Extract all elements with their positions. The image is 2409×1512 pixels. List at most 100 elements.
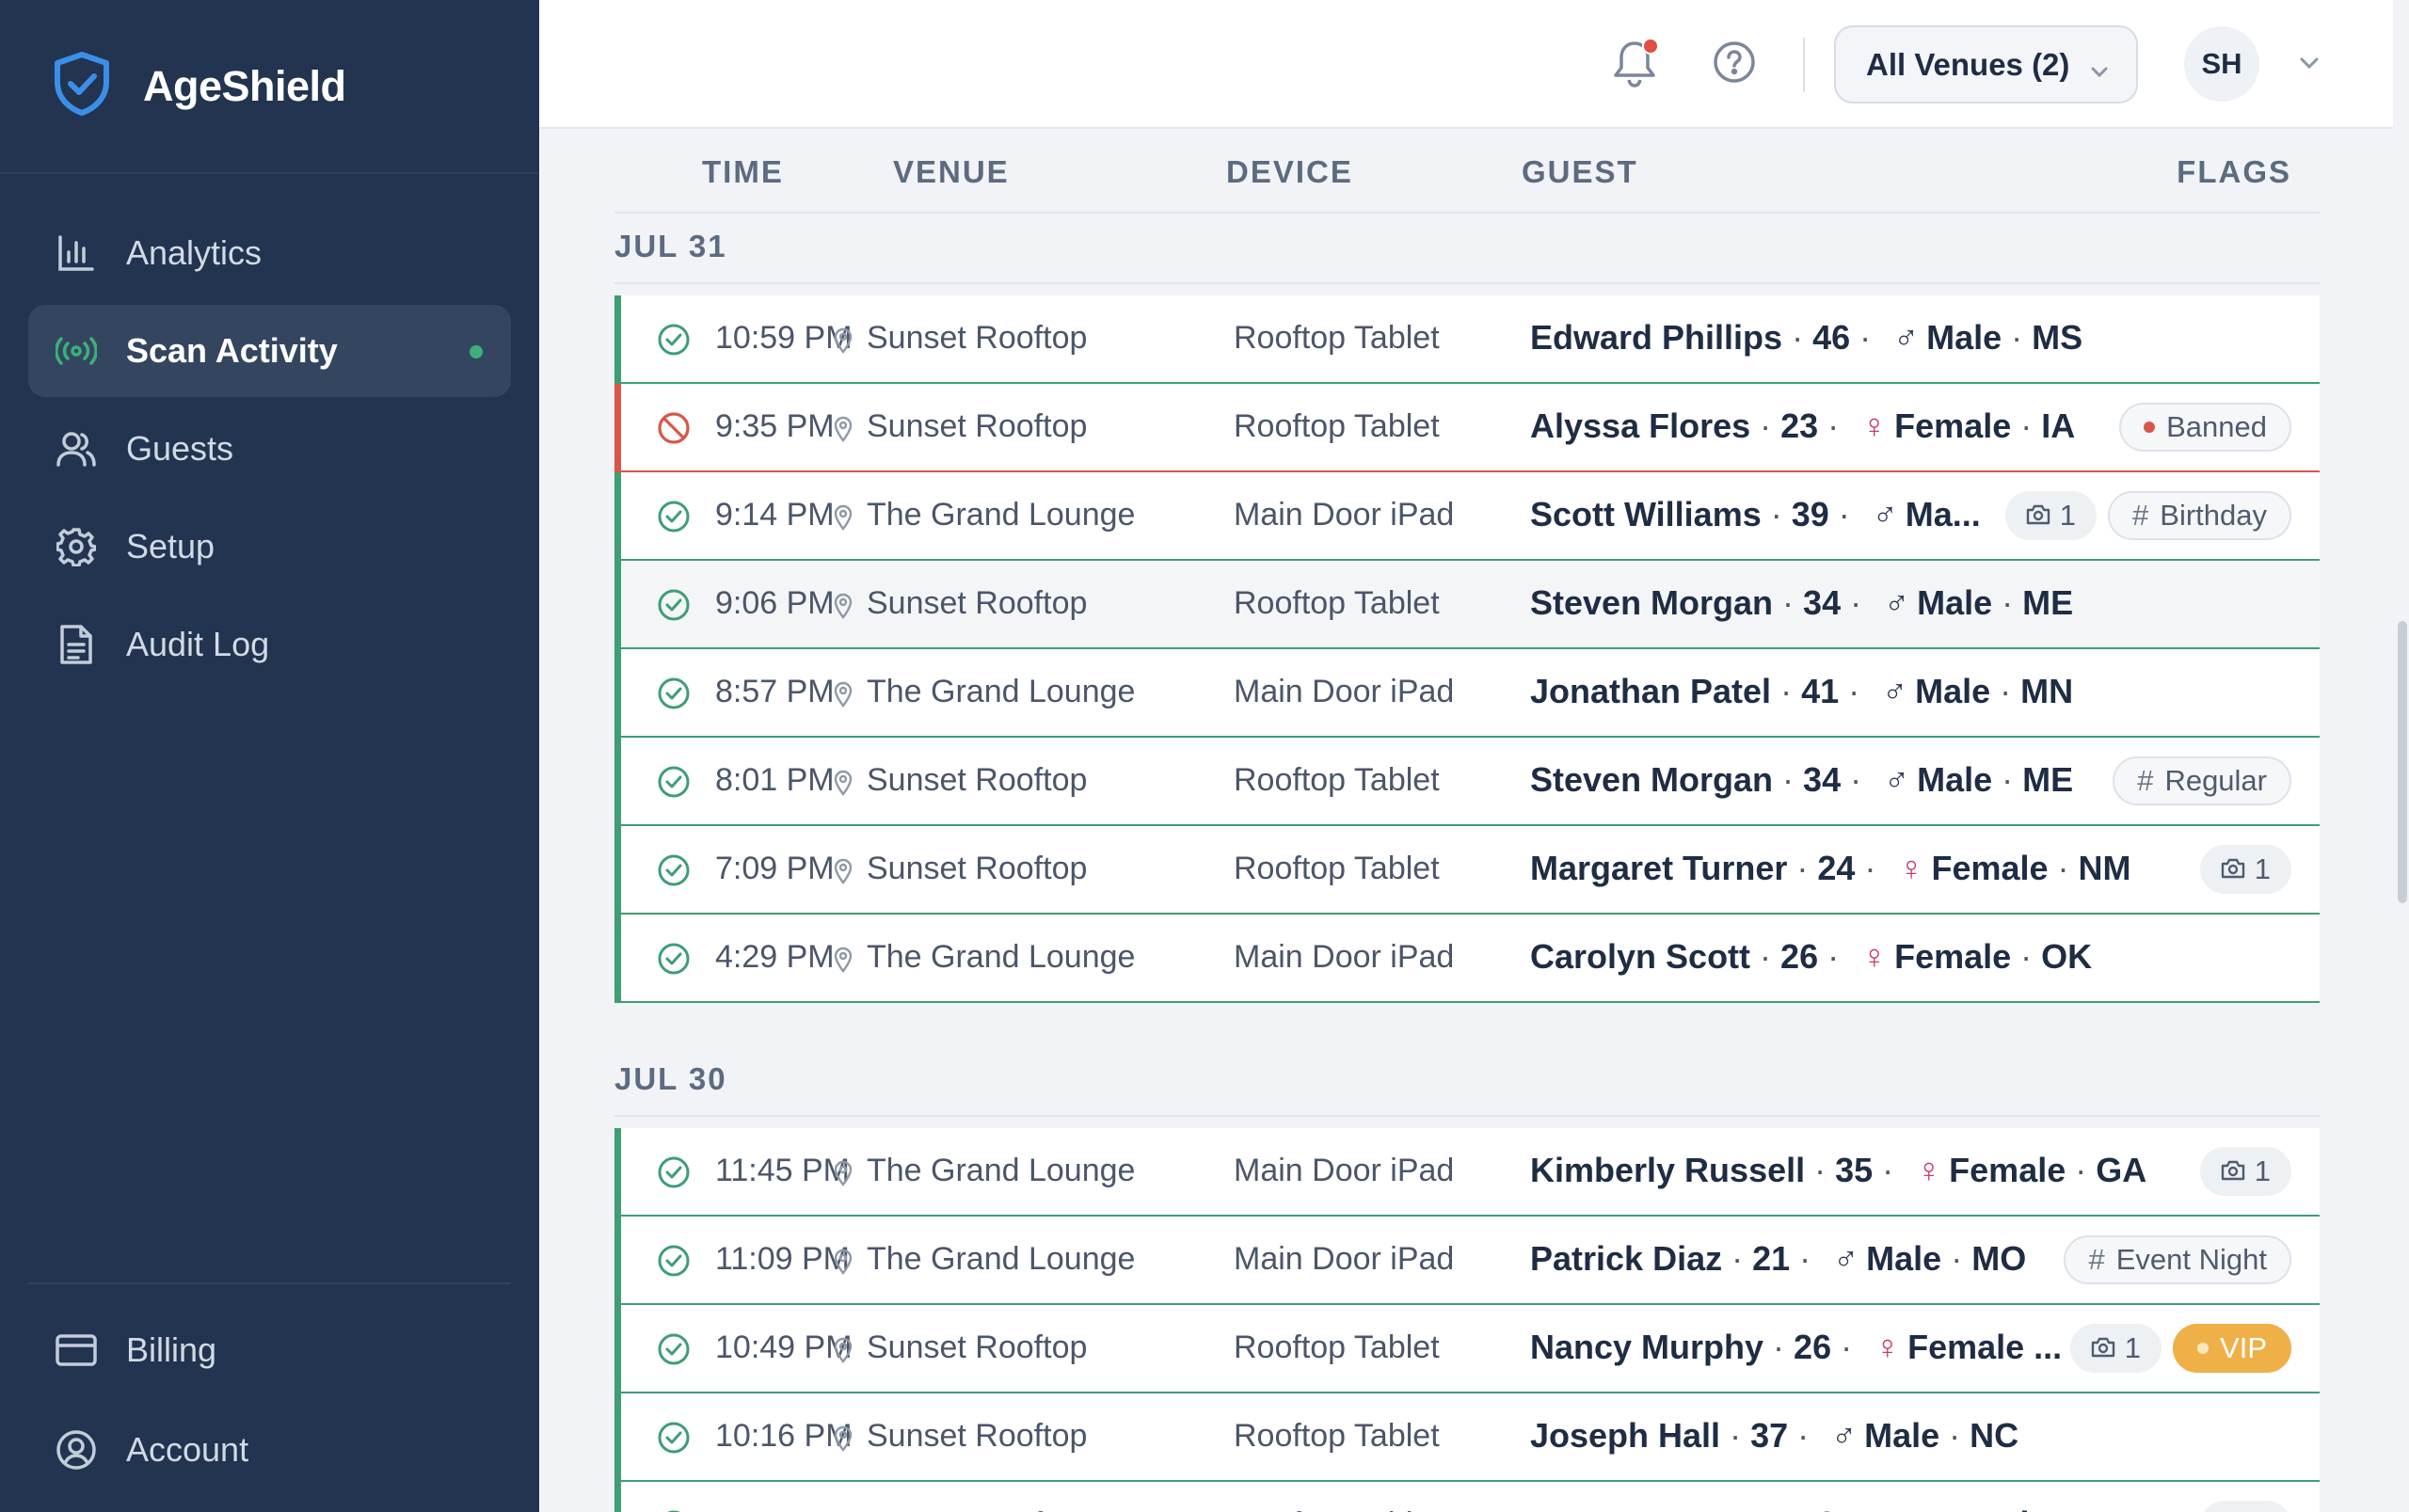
vip-dot	[2197, 1343, 2210, 1354]
photo-count: 1	[2254, 1154, 2271, 1187]
date-group-label: JUL 30	[614, 1046, 2320, 1117]
photo-count-chip[interactable]: 1	[2004, 491, 2098, 540]
flag-label: Regular	[2164, 764, 2267, 797]
photo-count: 1	[2255, 1508, 2271, 1512]
help-button[interactable]	[1712, 40, 1761, 88]
banned-flag-chip[interactable]: Banned	[2119, 403, 2291, 452]
account-menu-chevron-icon[interactable]	[2297, 51, 2321, 80]
avatar[interactable]: SH	[2184, 26, 2259, 102]
table-row[interactable]: 11:45 PM The Grand Lounge Main Door iPad Ki…	[614, 1128, 2320, 1217]
table-row[interactable]: 9:35 PM Sunset Rooftop Rooftop Tablet Alyss…	[614, 384, 2320, 472]
guest-summary[interactable]: Steven Morgan · 34 · ♂ Male · ME	[1530, 760, 2073, 800]
photo-count-chip[interactable]: 1	[2199, 1501, 2291, 1512]
gender-symbol-icon: ♀	[1916, 1151, 1942, 1189]
separator: ·	[2075, 1151, 2087, 1189]
guest-summary[interactable]: Joseph Hall · 37 · ♂ Male · NC	[1530, 1416, 2018, 1456]
location-pin-icon	[833, 1247, 855, 1275]
table-row[interactable]: 11:09 PM The Grand Lounge Main Door iPad Pa…	[614, 1217, 2320, 1305]
guest-summary[interactable]: Margaret Turner·24·♀Female·NM	[1530, 1504, 2131, 1512]
sidebar-item-audit-log[interactable]: Audit Log	[28, 598, 511, 691]
venue-name: Sunset Rooftop	[867, 585, 1088, 621]
table-row[interactable]: 10:49 PM Sunset Rooftop Rooftop Tablet Nanc…	[614, 1305, 2320, 1393]
guest-summary[interactable]: Jonathan Patel · 41 · ♂ Male · MN	[1530, 672, 2073, 711]
sidebar-item-scan-activity[interactable]: Scan Activity	[28, 305, 511, 397]
separator: ·	[1799, 1239, 1811, 1278]
table-row[interactable]: 10:16 PM Sunset Rooftop Rooftop Tablet Jose…	[614, 1393, 2320, 1482]
scan-venue: Sunset Rooftop	[833, 1506, 1087, 1512]
guest-gender: Male	[1917, 583, 1993, 622]
column-header-venue[interactable]: VENUE	[893, 154, 1010, 190]
scan-time: 9:35 PM	[715, 408, 835, 444]
guest-summary[interactable]: Kimberly Russell · 35 · ♀ Female · GA	[1530, 1151, 2146, 1190]
sidebar-item-billing[interactable]: Billing	[28, 1303, 511, 1397]
guest-summary[interactable]: Scott Williams · 39 · ♂ Ma...	[1530, 495, 1981, 534]
guest-age: 21	[1752, 1239, 1791, 1278]
separator: ·	[1797, 1416, 1810, 1455]
scan-time: 10:16 PM	[715, 1418, 853, 1454]
column-header-time[interactable]: TIME	[702, 154, 784, 190]
toolbar-divider	[1803, 38, 1805, 92]
sidebar-item-analytics[interactable]: Analytics	[28, 207, 511, 299]
scrollbar[interactable]	[2393, 0, 2409, 1512]
flags: 1 # Birthday	[2004, 491, 2291, 540]
separator: ·	[1882, 1151, 1894, 1189]
column-header-guest[interactable]: GUEST	[1522, 154, 1638, 190]
bar-chart-icon	[55, 231, 98, 275]
flags: Banned	[2119, 403, 2291, 452]
scrollbar-thumb[interactable]	[2398, 621, 2407, 903]
photo-count-chip[interactable]: 1	[2199, 845, 2291, 894]
table-row[interactable]: 4:29 PM The Grand Lounge Main Door iPad Car…	[614, 915, 2320, 1003]
table-row[interactable]: 7:09 PM Sunset Rooftop Rooftop Tablet Marga…	[614, 826, 2320, 915]
guest-summary[interactable]: Margaret Turner·24·♀Female·NM	[1530, 849, 2131, 888]
venue-select[interactable]: All Venues (2)	[1834, 25, 2138, 103]
tag-chip[interactable]: # Regular	[2113, 756, 2291, 805]
vip-flag-chip[interactable]: VIP	[2173, 1324, 2291, 1373]
scan-time: 8:57 PM	[715, 674, 835, 709]
scan-venue: Sunset Rooftop	[833, 1329, 1087, 1366]
tag-chip[interactable]: # Birthday	[2108, 491, 2291, 540]
sidebar-item-guests[interactable]: Guests	[28, 403, 511, 495]
separator: ·	[2002, 760, 2014, 799]
user-circle-icon	[55, 1428, 98, 1472]
gender-symbol-icon: ♂	[1884, 583, 1910, 622]
table-row[interactable]: 9:06 PM Sunset Rooftop Rooftop Tablet Steve…	[614, 561, 2320, 649]
scan-device: Rooftop Tablet	[1234, 762, 1440, 798]
tag-chip[interactable]: # Event Night	[2064, 1235, 2291, 1284]
notifications-button[interactable]	[1610, 38, 1663, 90]
sidebar-item-setup[interactable]: Setup	[28, 501, 511, 593]
scan-venue: The Grand Lounge	[833, 497, 1135, 533]
camera-icon	[2221, 1154, 2255, 1188]
photo-count-chip[interactable]: 1	[2199, 1147, 2291, 1196]
guest-name: Margaret Turner	[1530, 1504, 1787, 1512]
guest-summary[interactable]: Steven Morgan · 34 · ♂ Male · ME	[1530, 583, 2073, 623]
guest-summary[interactable]: Carolyn Scott · 26 · ♀ Female · OK	[1530, 937, 2092, 977]
column-header-device[interactable]: DEVICE	[1226, 154, 1353, 190]
scan-time: 4:29 PM	[715, 939, 835, 975]
location-pin-icon	[833, 679, 855, 708]
guest-summary[interactable]: Edward Phillips · 46 · ♂ Male · MS	[1530, 318, 2082, 358]
separator: ·	[2020, 406, 2033, 445]
table-row[interactable]: 10:59 PM Sunset Rooftop Rooftop Tablet Edwa…	[614, 295, 2320, 384]
table-row[interactable]: 8:57 PM The Grand Lounge Main Door iPad Jon…	[614, 649, 2320, 738]
venue-name: The Grand Lounge	[867, 939, 1136, 975]
table-row[interactable]: 8:01 PM Sunset Rooftop Rooftop Tablet Steve…	[614, 738, 2320, 826]
photo-count-chip[interactable]: 1	[2069, 1324, 2162, 1373]
column-header-flags[interactable]: FLAGS	[2177, 154, 2291, 190]
guest-name: Kimberly Russell	[1530, 1151, 1806, 1189]
guest-summary[interactable]: Alyssa Flores · 23 · ♀ Female · IA	[1530, 406, 2075, 446]
sidebar-item-label: Billing	[126, 1330, 217, 1369]
separator: ·	[2000, 672, 2012, 710]
sidebar-item-label: Scan Activity	[126, 331, 338, 370]
separator: ·	[1827, 937, 1840, 976]
sidebar-item-account[interactable]: Account	[28, 1403, 511, 1497]
flag-label: Event Night	[2115, 1243, 2267, 1276]
guest-gender: Male	[1926, 318, 2002, 357]
table-row[interactable]: 9:59 PM Sunset Rooftop Rooftop Tablet Marga…	[614, 1482, 2320, 1512]
scan-device: Rooftop Tablet	[1234, 1418, 1440, 1454]
guest-summary[interactable]: Nancy Murphy · 26 · ♀ Female ...	[1530, 1328, 2062, 1367]
table-row[interactable]: 9:14 PM The Grand Lounge Main Door iPad Sco…	[614, 472, 2320, 561]
guest-summary[interactable]: Patrick Diaz · 21 · ♂ Male · MO	[1530, 1239, 2026, 1279]
brand[interactable]: AgeShield	[0, 0, 539, 174]
guest-gender: Female ...	[1907, 1328, 2063, 1366]
guest-age: 46	[1812, 318, 1851, 357]
